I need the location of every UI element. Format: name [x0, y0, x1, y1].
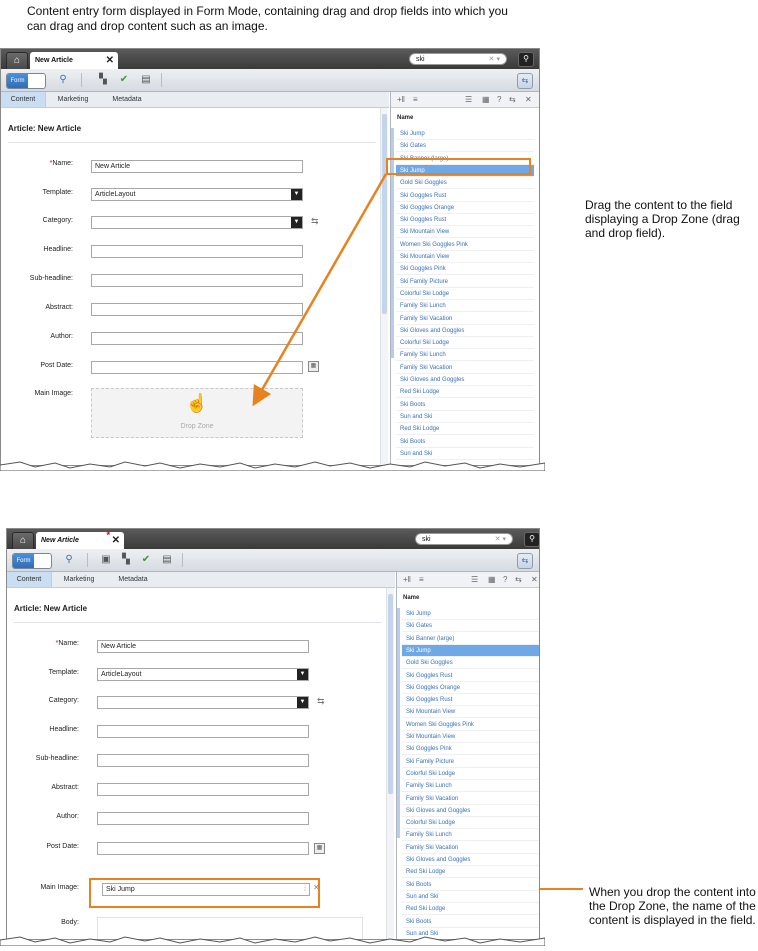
sync-icon[interactable]: ⇆ [517, 553, 533, 569]
abstract-field[interactable] [97, 783, 309, 796]
toolbar-divider [182, 553, 183, 567]
list-item[interactable]: Ski Mountain View [402, 706, 539, 719]
torn-edge [0, 936, 545, 946]
search-icon[interactable]: ⚲ [524, 532, 539, 547]
list-item[interactable]: Ski Jump [402, 644, 539, 657]
list-item[interactable]: Red Ski Lodge [402, 903, 539, 916]
form-scrollbar-thumb[interactable] [388, 594, 393, 794]
chevron-down-icon[interactable]: ▼ [297, 669, 308, 680]
list-view-icon[interactable]: ☰ [471, 572, 478, 587]
list-item[interactable]: Ski Boots [402, 916, 539, 928]
check-icon[interactable]: ✔ [139, 553, 153, 567]
list-item[interactable]: Ski Goggles Pink [402, 743, 539, 756]
list-item[interactable]: Red Ski Lodge [402, 866, 539, 879]
close-icon[interactable]: ✕ [531, 572, 538, 587]
tab-label: New Article [41, 537, 79, 544]
drop-callout: When you drop the content into the Drop … [589, 885, 756, 927]
name-field[interactable]: New Article [97, 640, 309, 653]
tab-new-article[interactable]: New Article * ✕ [36, 530, 124, 549]
list-item[interactable]: Family Ski Lunch [402, 829, 539, 842]
title-divider [14, 622, 382, 623]
main-image-label: Main Image: [40, 884, 79, 891]
category-select[interactable]: ▼ [97, 696, 309, 709]
list-item[interactable]: Family Ski Lunch [402, 780, 539, 793]
close-icon[interactable]: ✕ [112, 532, 120, 549]
form-scrollbar[interactable] [386, 588, 394, 939]
form-mode-toggle[interactable]: Form [12, 553, 52, 569]
list-item[interactable]: Colorful Ski Lodge [402, 817, 539, 830]
template-label: Template: [48, 669, 79, 676]
preview-icon[interactable]: ⚲ [62, 553, 76, 567]
template-select[interactable]: ArticleLayout ▼ [97, 668, 309, 681]
binoculars-icon[interactable]: ▚ [119, 553, 133, 567]
list-item[interactable]: Ski Jump [402, 608, 539, 620]
home-icon[interactable]: ⌂ [12, 532, 34, 550]
search-input[interactable]: ski ✕ ▾ [415, 533, 513, 545]
list-item[interactable]: Gold Ski Goggles [402, 657, 539, 670]
name-label: *Name: [55, 640, 79, 647]
list-item[interactable]: Women Ski Goggles Pink [402, 719, 539, 731]
dropped-field-highlight [89, 878, 320, 908]
toolbar-divider [87, 553, 88, 567]
list-item[interactable]: Ski Boots [402, 879, 539, 891]
headline-label: Headline: [49, 726, 79, 733]
list-item[interactable]: Ski Banner (large) [402, 633, 539, 645]
search-value: ski [422, 536, 431, 543]
subheadline-field[interactable] [97, 754, 309, 767]
drag-callout: Drag the content to the field displaying… [585, 198, 740, 240]
post-date-field[interactable] [97, 842, 309, 855]
subheadline-label: Sub-headline: [35, 755, 79, 762]
headline-field[interactable] [97, 725, 309, 738]
list-item[interactable]: Ski Family Picture [402, 756, 539, 768]
category-label: Category: [48, 697, 79, 704]
name-column-header[interactable]: Name [403, 595, 419, 601]
list-item[interactable]: Ski Goggles Rust [402, 670, 539, 682]
content-list-pane: +‖ ≡ ☰ ▦ ? ⇆ ✕ Name Ski Jump Ski Gates Ski… [396, 572, 539, 939]
clear-search-icon[interactable]: ✕ ▾ [495, 534, 506, 546]
list-item[interactable]: Sun and Ski [402, 891, 539, 903]
list-item[interactable]: Ski Gloves and Goggles [402, 805, 539, 817]
main-toolbar: Form ⚲ ▣ ▚ ✔ ▤ ⇆ [7, 549, 539, 572]
sync-icon[interactable]: ⇆ [515, 572, 522, 587]
list-item[interactable]: Ski Mountain View [402, 731, 539, 743]
calendar-icon[interactable]: ▦ [314, 843, 325, 854]
author-field[interactable] [97, 812, 309, 825]
sort-icon[interactable]: ≡ [419, 572, 424, 587]
list-item[interactable]: Ski Gloves and Goggles [402, 854, 539, 866]
body-label: Body: [61, 919, 79, 926]
post-date-label: Post Date: [46, 843, 79, 850]
app-titlebar: ⌂ New Article * ✕ ski ✕ ▾ ⚲ [7, 529, 539, 550]
template-value: ArticleLayout [101, 671, 142, 678]
grid-view-icon[interactable]: ▦ [488, 572, 496, 587]
tab-content[interactable]: Content [7, 572, 52, 587]
trash-icon[interactable]: ▤ [160, 553, 174, 567]
unsaved-indicator: * [106, 530, 110, 540]
list-scroll-track[interactable] [397, 608, 400, 838]
list-item[interactable]: Family Ski Vacation [402, 842, 539, 854]
add-column-icon[interactable]: +‖ [403, 572, 411, 587]
list-item[interactable]: Ski Gates [402, 620, 539, 633]
list-toolbar: +‖ ≡ ☰ ▦ ? ⇆ ✕ [397, 572, 539, 588]
chevron-down-icon[interactable]: ▼ [297, 697, 308, 708]
list-item[interactable]: Family Ski Vacation [402, 793, 539, 805]
article-title: Article: New Article [14, 604, 88, 613]
save-icon[interactable]: ▣ [99, 553, 113, 567]
tab-marketing[interactable]: Marketing [55, 572, 103, 587]
abstract-label: Abstract: [51, 784, 79, 791]
help-icon[interactable]: ? [503, 572, 507, 587]
form-tabs: Content Marketing Metadata [7, 572, 395, 588]
list-item[interactable]: Ski Goggles Rust [402, 694, 539, 707]
tab-metadata[interactable]: Metadata [109, 572, 157, 587]
list-item[interactable]: Ski Goggles Orange [402, 682, 539, 694]
list-item[interactable]: Colorful Ski Lodge [402, 768, 539, 780]
form-mode-label: Form [13, 554, 34, 568]
category-sync-icon[interactable]: ⇆ [317, 696, 325, 707]
author-label: Author: [56, 813, 79, 820]
